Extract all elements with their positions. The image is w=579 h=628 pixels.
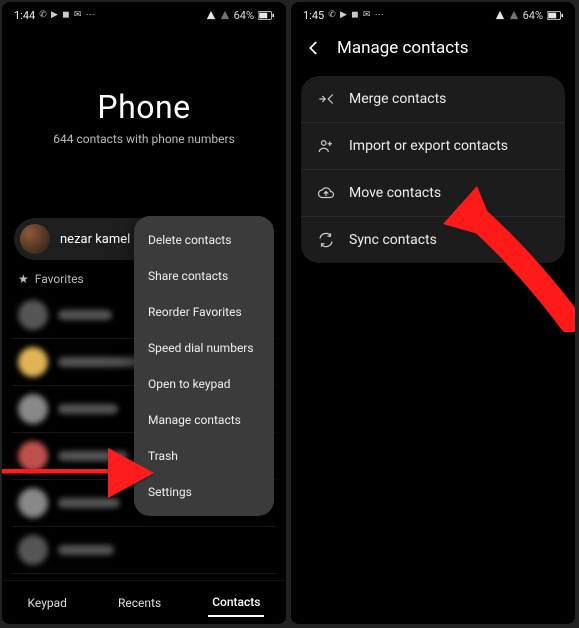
avatar (20, 224, 50, 254)
manage-item-label: Move contacts (349, 185, 441, 201)
tab-recents[interactable]: Recents (114, 590, 165, 616)
status-battery: 64% (234, 9, 254, 22)
screenshot-phone-app: 1:44 ✆ ▶ ◼ ✉ ⋯ 64% Phone 644 contacts wi… (2, 2, 286, 624)
status-battery: 64% (523, 9, 543, 22)
avatar (18, 347, 48, 377)
contact-name-placeholder (58, 498, 120, 508)
contact-name-placeholder (58, 451, 128, 461)
status-time: 1:45 (303, 9, 324, 22)
manage-item-move-contacts[interactable]: Move contacts (301, 169, 565, 216)
menu-item-reorder-favorites[interactable]: Reorder Favorites (134, 294, 274, 330)
page-title: Phone (2, 88, 286, 126)
status-bar: 1:45 ✆ ▶ ◼ ✉ ⋯ 64% (291, 2, 575, 24)
bottom-tabs: Keypad Recents Contacts (2, 580, 286, 624)
phone-hero: Phone 644 contacts with phone numbers (2, 24, 286, 146)
avatar (18, 535, 48, 565)
menu-item-manage-contacts[interactable]: Manage contacts (134, 402, 274, 438)
tab-contacts[interactable]: Contacts (208, 589, 264, 617)
star-icon: ★ (18, 272, 29, 286)
status-right-icons: 64% (495, 9, 563, 22)
list-item[interactable] (12, 527, 276, 574)
screen-header: Manage contacts (291, 24, 575, 68)
status-notif-icons: ✆ ▶ ◼ ✉ ⋯ (328, 10, 384, 20)
screenshot-manage-contacts: 1:45 ✆ ▶ ◼ ✉ ⋯ 64% Manage contacts Merge… (291, 2, 575, 624)
manage-contacts-card: Merge contacts Import or export contacts M… (301, 76, 565, 263)
manage-item-merge-contacts[interactable]: Merge contacts (301, 76, 565, 122)
manage-item-label: Import or export contacts (349, 138, 508, 154)
status-notif-icons: ✆ ▶ ◼ ✉ ⋯ (39, 10, 95, 20)
tab-keypad[interactable]: Keypad (24, 590, 71, 616)
menu-item-speed-dial-numbers[interactable]: Speed dial numbers (134, 330, 274, 366)
back-icon[interactable] (305, 39, 323, 57)
profile-name: nezar kamel (60, 232, 130, 247)
contact-name-placeholder (58, 310, 112, 320)
menu-item-share-contacts[interactable]: Share contacts (134, 258, 274, 294)
overflow-menu: Delete contactsShare contactsReorder Fav… (134, 216, 274, 516)
merge-icon (317, 90, 335, 108)
avatar (18, 300, 48, 330)
page-subtitle: 644 contacts with phone numbers (2, 132, 286, 146)
manage-item-sync-contacts[interactable]: Sync contacts (301, 216, 565, 263)
favorites-label: Favorites (35, 272, 84, 286)
menu-item-open-to-keypad[interactable]: Open to keypad (134, 366, 274, 402)
contact-name-placeholder (58, 545, 114, 555)
avatar (18, 441, 48, 471)
battery-icon (547, 11, 563, 20)
avatar (18, 488, 48, 518)
manage-item-import-or-export-contacts[interactable]: Import or export contacts (301, 122, 565, 169)
sync-icon (317, 231, 335, 249)
menu-item-settings[interactable]: Settings (134, 474, 274, 510)
battery-icon (258, 11, 274, 20)
menu-item-trash[interactable]: Trash (134, 438, 274, 474)
manage-item-label: Merge contacts (349, 91, 446, 107)
cloud-icon (317, 184, 335, 202)
menu-item-delete-contacts[interactable]: Delete contacts (134, 222, 274, 258)
status-time: 1:44 (14, 9, 35, 22)
header-title: Manage contacts (337, 38, 469, 58)
manage-item-label: Sync contacts (349, 232, 437, 248)
avatar (18, 394, 48, 424)
status-right-icons: 64% (206, 9, 274, 22)
contact-name-placeholder (58, 404, 118, 414)
status-bar: 1:44 ✆ ▶ ◼ ✉ ⋯ 64% (2, 2, 286, 24)
person-icon (317, 137, 335, 155)
